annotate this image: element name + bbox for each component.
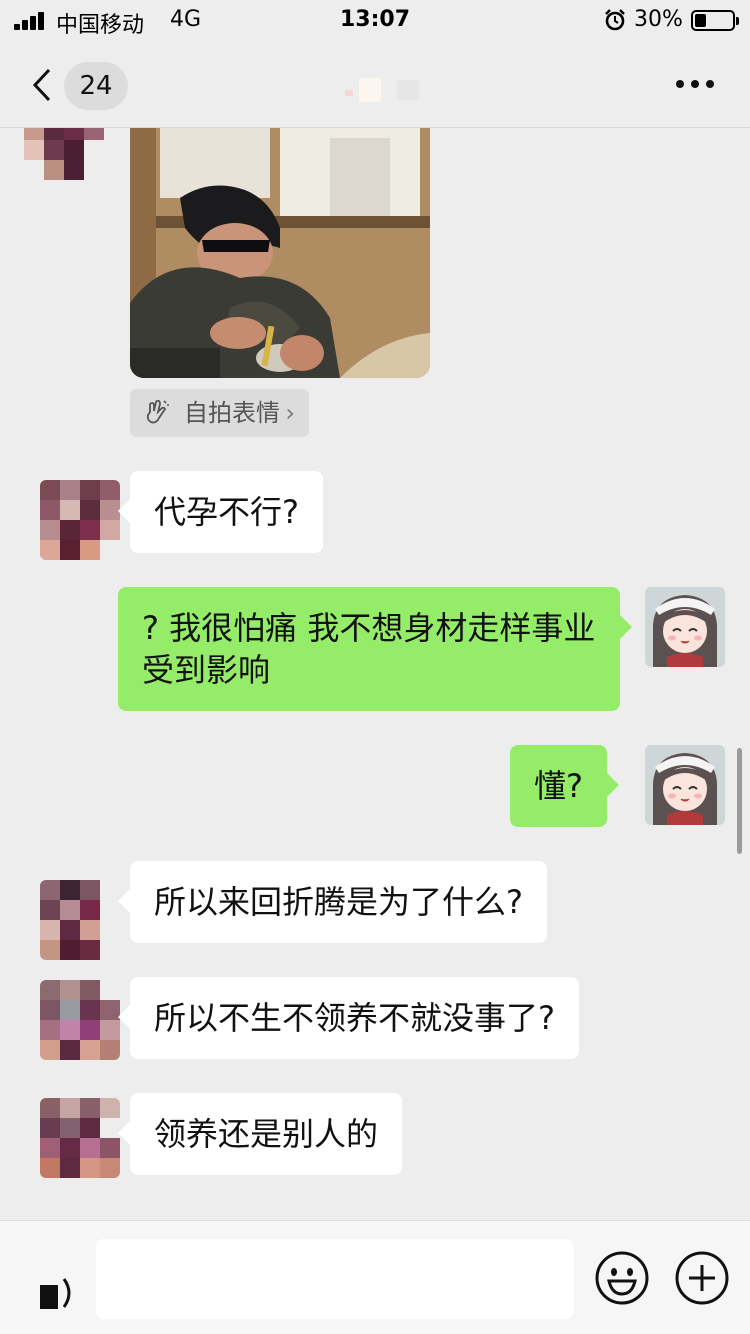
selfie-sticker-icon xyxy=(146,400,169,424)
status-bar: 中国移动 4G 13:07 30% xyxy=(0,0,750,40)
chat-header: 24 xyxy=(0,40,750,128)
voice-icon[interactable] xyxy=(36,1271,78,1313)
unread-count-badge: 24 xyxy=(64,62,128,110)
message-list[interactable]: 自拍表情 › 代孕不行? ? 我很怕痛 我不想身材走样事业受到影响 懂? 所以来… xyxy=(0,128,750,1220)
selfie-sticker-chip[interactable]: 自拍表情 › xyxy=(130,389,309,437)
contact-avatar[interactable] xyxy=(40,980,120,1060)
pixelated-avatar xyxy=(40,1098,120,1178)
message-text: 懂? xyxy=(534,767,583,805)
pixelated-avatar xyxy=(40,480,120,560)
pixelated-avatar xyxy=(24,128,104,180)
alarm-icon xyxy=(605,9,625,31)
anime-girl-avatar xyxy=(645,587,725,667)
contact-avatar[interactable] xyxy=(24,128,104,180)
photo-image xyxy=(130,128,430,378)
contact-avatar[interactable] xyxy=(40,480,120,560)
battery-percent: 30% xyxy=(634,7,683,32)
battery-icon xyxy=(691,10,739,31)
chevron-right-icon: › xyxy=(285,399,295,427)
plus-icon[interactable] xyxy=(674,1250,730,1306)
input-bar xyxy=(0,1220,750,1334)
message-text: 所以不生不领养不就没事了? xyxy=(154,999,555,1037)
contact-avatar[interactable] xyxy=(40,880,120,960)
selfie-sticker-label: 自拍表情 xyxy=(184,399,280,427)
message-text: 领养还是别人的 xyxy=(154,1115,379,1153)
message-bubble-incoming[interactable]: 代孕不行? xyxy=(118,471,323,553)
message-bubble-incoming[interactable]: 所以来回折腾是为了什么? xyxy=(118,861,547,943)
back-button[interactable]: 24 xyxy=(28,62,138,110)
message-bubble-incoming[interactable]: 所以不生不领养不就没事了? xyxy=(118,977,579,1059)
message-text: 所以来回折腾是为了什么? xyxy=(154,883,523,921)
contact-avatar[interactable] xyxy=(40,1098,120,1178)
more-options-button[interactable] xyxy=(670,66,720,102)
pixelated-avatar xyxy=(40,880,120,960)
message-bubble-incoming[interactable]: 领养还是别人的 xyxy=(117,1093,403,1175)
message-input[interactable] xyxy=(96,1239,574,1319)
anime-girl-avatar xyxy=(645,745,725,825)
message-bubble-outgoing[interactable]: 懂? xyxy=(510,745,619,827)
my-avatar[interactable] xyxy=(645,587,725,667)
emoji-icon[interactable] xyxy=(594,1250,650,1306)
blurred-name xyxy=(345,78,419,102)
photo-message[interactable] xyxy=(130,128,430,378)
back-chevron-icon xyxy=(32,68,51,102)
message-text: 代孕不行? xyxy=(154,493,299,531)
message-text: ? 我很怕痛 我不想身材走样事业受到影响 xyxy=(142,609,596,689)
message-bubble-outgoing[interactable]: ? 我很怕痛 我不想身材走样事业受到影响 xyxy=(118,587,632,711)
scrollbar[interactable] xyxy=(737,748,742,854)
my-avatar[interactable] xyxy=(645,745,725,825)
pixelated-avatar xyxy=(40,980,120,1060)
